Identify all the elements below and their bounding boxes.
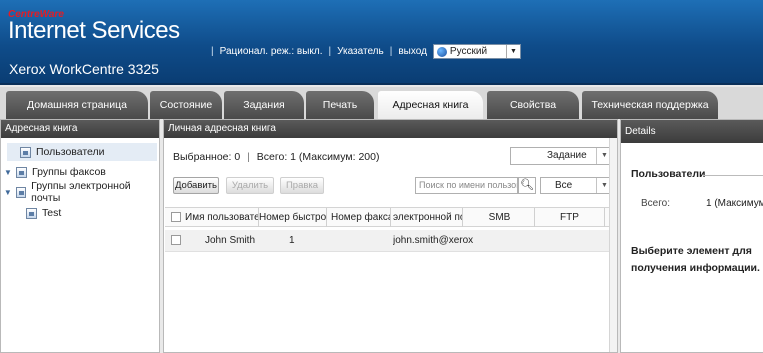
column-header[interactable]: FTP xyxy=(535,208,605,227)
app-title: Internet Services xyxy=(8,17,180,44)
fax-group-icon xyxy=(16,166,27,178)
tab-jobs[interactable]: Задания xyxy=(224,91,304,119)
user-icon xyxy=(20,146,31,158)
personal-address-book-panel: Личная адресная книга Выбранное: 0 | Все… xyxy=(163,119,618,353)
tree-item-email-groups[interactable]: ▼ Группы электронной почты xyxy=(3,180,157,204)
logout-link[interactable]: выход xyxy=(398,46,427,57)
cell-email: john.smith@xerox.c... xyxy=(393,235,473,246)
column-header[interactable]: электронной поч... xyxy=(393,208,463,227)
language-value: Русский xyxy=(449,46,488,57)
details-total-value: 1 (Максимум: 2 xyxy=(706,198,763,209)
tab-print[interactable]: Печать xyxy=(306,91,374,119)
globe-icon xyxy=(436,46,447,57)
cell-name: John Smith xyxy=(205,235,256,246)
panel-title: Личная адресная книга xyxy=(164,120,617,138)
column-header[interactable]: Номер быстрог... xyxy=(259,208,327,227)
tree-item-users[interactable]: Пользователи xyxy=(7,143,157,161)
tab-status[interactable]: Состояние xyxy=(150,91,222,119)
tab-home[interactable]: Домашняя страница xyxy=(6,91,148,119)
expand-arrow-icon[interactable]: ▼ xyxy=(3,168,13,177)
select-all-checkbox[interactable] xyxy=(171,212,181,222)
header-links: | Рационал. реж.: выкл. | Указатель | вы… xyxy=(205,44,521,59)
header-banner: CentreWare Internet Services Xerox WorkC… xyxy=(0,0,763,85)
add-button[interactable]: Добавить xyxy=(173,177,219,194)
cell-ftp xyxy=(535,230,605,252)
details-panel: Details Пользователи Всего: 1 (Максимум:… xyxy=(620,119,763,353)
details-hint: Выберите элемент для получения информаци… xyxy=(631,245,760,274)
column-header[interactable]: SMB xyxy=(465,208,535,227)
column-header[interactable]: Имя пользователя xyxy=(185,208,259,227)
search-input[interactable]: Поиск по имени пользователя xyxy=(415,177,518,194)
language-select[interactable]: Русский ▼ xyxy=(432,44,521,59)
tab-address-book[interactable]: Адресная книга xyxy=(378,91,483,119)
email-group-icon xyxy=(15,186,27,198)
vertical-scrollbar[interactable] xyxy=(609,138,617,352)
eco-mode-link[interactable]: Рационал. реж.: выкл. xyxy=(220,46,323,57)
tree-item-test[interactable]: Test xyxy=(23,204,153,222)
edit-button[interactable]: Правка xyxy=(280,177,324,194)
device-name: Xerox WorkCentre 3325 xyxy=(9,61,159,77)
expand-arrow-icon[interactable]: ▼ xyxy=(3,188,13,197)
tab-properties[interactable]: Свойства xyxy=(487,91,579,119)
delete-button[interactable]: Удалить xyxy=(226,177,274,194)
cell-speed-dial: 1 xyxy=(289,235,295,246)
chevron-down-icon: ▼ xyxy=(505,45,520,58)
panel-title: Details xyxy=(621,120,763,143)
cell-smb xyxy=(465,230,535,252)
index-link[interactable]: Указатель xyxy=(337,46,384,57)
main-tabs: Домашняя страница Состояние Задания Печа… xyxy=(0,87,763,119)
group-icon xyxy=(26,207,37,219)
address-book-tree-panel: Адресная книга Пользователи ▼ Группы фак… xyxy=(0,119,160,353)
filter-select[interactable]: Все ▼ xyxy=(540,177,613,194)
details-total-label: Всего: xyxy=(641,198,670,209)
column-header[interactable]: Номер факса xyxy=(331,208,391,227)
divider xyxy=(703,175,763,176)
tree-item-fax-groups[interactable]: ▼ Группы факсов xyxy=(3,163,157,181)
table-header: Имя пользователя Номер быстрог... Номер … xyxy=(165,207,615,227)
panel-title: Адресная книга xyxy=(1,120,159,138)
row-checkbox[interactable] xyxy=(171,235,181,245)
tab-support[interactable]: Техническая поддержка xyxy=(582,91,718,119)
task-select[interactable]: Задание ▼ xyxy=(510,147,613,165)
table-row[interactable]: John Smith 1 john.smith@xerox.c... xyxy=(165,230,615,252)
cell-fax xyxy=(331,230,391,252)
details-section-title: Пользователи xyxy=(631,168,706,180)
search-icon[interactable]: 🔍︎ xyxy=(518,177,536,194)
selection-summary: Выбранное: 0 | Всего: 1 (Максимум: 200) xyxy=(173,151,380,163)
address-table: Имя пользователя Номер быстрог... Номер … xyxy=(165,207,615,252)
